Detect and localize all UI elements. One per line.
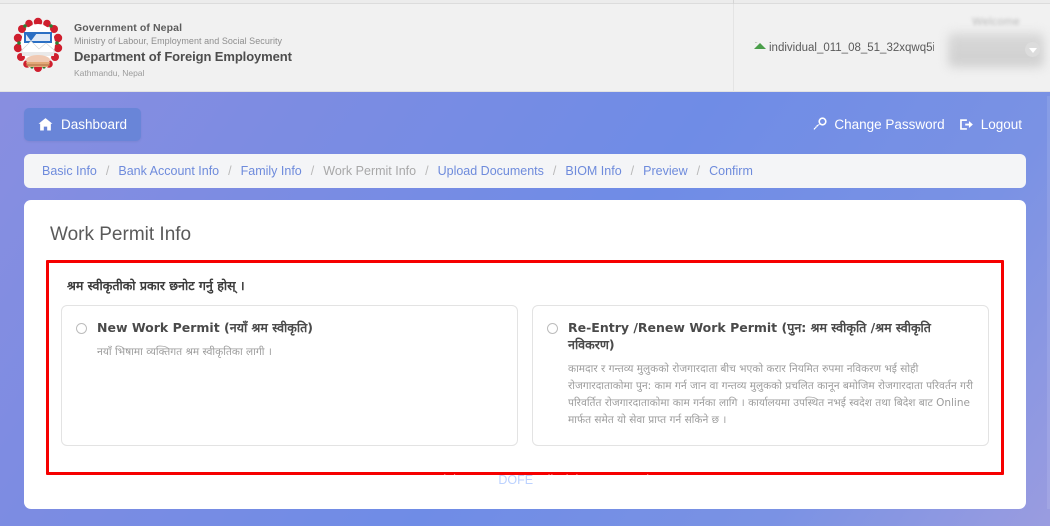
user-zone: individual_011_08_51_32xqwq5i.jp Welcome	[748, 4, 1050, 92]
change-password-label: Change Password	[834, 117, 945, 132]
dashboard-button-label: Dashboard	[61, 117, 128, 132]
welcome-label: Welcome	[972, 16, 1020, 28]
footer: © Copyright 2023 DOFE. All Rights Reserv…	[0, 473, 1050, 487]
breadcrumb-item-work-permit-info: Work Permit Info	[323, 164, 417, 178]
footer-brand-link[interactable]: DOFE	[498, 473, 533, 487]
breadcrumb: Basic Info / Bank Account Info / Family Info…	[24, 154, 1026, 188]
brand-text: Government of Nepal Ministry of Labour, …	[64, 16, 292, 78]
org-line-ministry: Ministry of Labour, Employment and Socia…	[74, 36, 283, 47]
sign-out-icon	[959, 117, 974, 132]
breadcrumb-separator: /	[630, 164, 635, 178]
permit-option-1[interactable]: New Work Permit (नयाँ श्रम स्वीकृति) नयाँ…	[61, 305, 518, 446]
org-line-location: Kathmandu, Nepal	[74, 67, 145, 78]
broken-image-icon	[754, 42, 766, 51]
nav-right-actions: Change Password Logout	[812, 117, 1026, 132]
breadcrumb-item-biom-info[interactable]: BIOM Info	[565, 164, 621, 178]
page-body: Dashboard Change Password Logout Basic I…	[0, 92, 1050, 509]
footer-copyright-suffix: . All Rights Reserved.	[533, 472, 653, 487]
key-icon	[812, 117, 827, 132]
permit-option-radio-1[interactable]	[76, 323, 87, 334]
breadcrumb-item-family-info[interactable]: Family Info	[241, 164, 302, 178]
permit-option-description: कामदार र गन्तव्य मुलुकको रोजगारदाता बीच …	[568, 362, 973, 426]
nepal-emblem-icon	[12, 16, 64, 78]
site-header: Government of Nepal Ministry of Labour, …	[0, 4, 1050, 92]
breadcrumb-separator: /	[310, 164, 315, 178]
logout-label: Logout	[980, 117, 1022, 132]
breadcrumb-item-confirm[interactable]: Confirm	[709, 164, 753, 178]
breadcrumb-separator: /	[105, 164, 110, 178]
header-vertical-divider	[733, 4, 734, 92]
change-password-link[interactable]: Change Password	[812, 117, 945, 132]
breadcrumb-separator: /	[552, 164, 557, 178]
org-line-department: Department of Foreign Employment	[74, 49, 292, 65]
breadcrumb-separator: /	[696, 164, 701, 178]
user-avatar: individual_011_08_51_32xqwq5i.jp	[754, 42, 934, 54]
work-permit-card: Work Permit Info श्रम स्वीकृतीको प्रकार …	[24, 200, 1026, 509]
brand-block: Government of Nepal Ministry of Labour, …	[0, 4, 292, 78]
user-menu-chevron-down-icon[interactable]	[1025, 42, 1040, 57]
user-avatar-alt-text: individual_011_08_51_32xqwq5i.jp	[769, 42, 934, 54]
highlight-annotation-box: श्रम स्वीकृतीको प्रकार छनोट गर्नु होस् ।…	[46, 260, 1004, 475]
action-bar: Dashboard Change Password Logout	[12, 92, 1038, 141]
permit-option-header: New Work Permit (नयाँ श्रम स्वीकृति)	[76, 320, 503, 337]
home-icon	[38, 117, 53, 132]
logout-link[interactable]: Logout	[959, 117, 1022, 132]
page-title: Work Permit Info	[50, 224, 192, 245]
footer-copyright-prefix: © Copyright 2023	[397, 472, 499, 487]
permit-option-description: नयाँ भिषामा व्यक्तिगत श्रम स्वीकृतिका ला…	[97, 345, 272, 358]
breadcrumb-item-bank-account-info[interactable]: Bank Account Info	[118, 164, 219, 178]
permit-option-header: Re-Entry /Renew Work Permit (पुन: श्रम स…	[547, 320, 974, 354]
breadcrumb-separator: /	[228, 164, 232, 178]
org-line-government: Government of Nepal	[74, 22, 183, 34]
permit-option-title: Re-Entry /Renew Work Permit (पुन: श्रम स…	[568, 320, 931, 352]
breadcrumb-item-upload-documents[interactable]: Upload Documents	[438, 164, 544, 178]
permit-option-2[interactable]: Re-Entry /Renew Work Permit (पुन: श्रम स…	[532, 305, 989, 446]
permit-option-radio-2[interactable]	[547, 323, 558, 334]
selection-prompt: श्रम स्वीकृतीको प्रकार छनोट गर्नु होस् ।	[67, 278, 245, 293]
breadcrumb-item-basic-info[interactable]: Basic Info	[42, 164, 97, 178]
dashboard-button[interactable]: Dashboard	[24, 108, 142, 141]
permit-option-title: New Work Permit (नयाँ श्रम स्वीकृति)	[97, 320, 313, 335]
breadcrumb-item-preview[interactable]: Preview	[643, 164, 687, 178]
permit-type-options: New Work Permit (नयाँ श्रम स्वीकृति) नयाँ…	[61, 305, 989, 446]
breadcrumb-separator: /	[425, 164, 429, 178]
